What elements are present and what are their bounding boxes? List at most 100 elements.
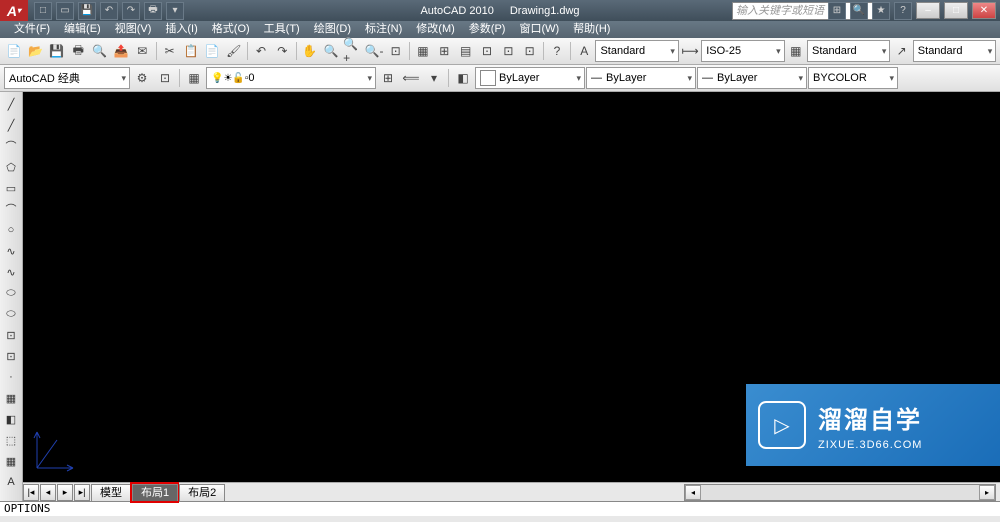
- multileader-style-icon[interactable]: ↗: [891, 40, 911, 62]
- command-line[interactable]: OPTIONS: [0, 501, 1000, 516]
- table-style-dropdown[interactable]: Standard: [807, 40, 890, 62]
- qat-save-icon[interactable]: 💾: [78, 2, 96, 20]
- spline-icon[interactable]: ∿: [1, 262, 21, 282]
- zoom-out-icon[interactable]: 🔍-: [364, 40, 385, 62]
- drawing-canvas[interactable]: ▷ 溜溜自学 ZIXUE.3D66.COM: [23, 92, 1000, 482]
- text-style-dropdown[interactable]: Standard: [595, 40, 678, 62]
- horizontal-scrollbar[interactable]: ◂ ▸: [684, 484, 996, 501]
- mtext-icon[interactable]: A: [1, 472, 21, 492]
- pan-icon[interactable]: ✋: [299, 40, 319, 62]
- markup-icon[interactable]: ⊡: [498, 40, 518, 62]
- menu-format[interactable]: 格式(O): [206, 21, 256, 38]
- block-icon[interactable]: ⊡: [1, 346, 21, 366]
- dim-style-dropdown[interactable]: ISO-25: [701, 40, 784, 62]
- undo-icon[interactable]: ↶: [251, 40, 271, 62]
- color-dropdown[interactable]: ByLayer: [475, 67, 585, 89]
- redo-icon[interactable]: ↷: [272, 40, 292, 62]
- zoom-in-icon[interactable]: 🔍+: [342, 40, 362, 62]
- qat-redo-icon[interactable]: ↷: [122, 2, 140, 20]
- app-logo[interactable]: A▾: [0, 0, 28, 21]
- paste-icon[interactable]: 📄: [202, 40, 222, 62]
- menu-insert[interactable]: 插入(I): [159, 21, 203, 38]
- menu-window[interactable]: 窗口(W): [513, 21, 565, 38]
- zoom-window-icon[interactable]: ⊡: [385, 40, 405, 62]
- arc-icon[interactable]: ⌒: [1, 199, 21, 219]
- layer-prev-icon[interactable]: ⟸: [400, 67, 422, 89]
- revcloud-icon[interactable]: ∿: [1, 241, 21, 261]
- toolpalette-icon[interactable]: ▤: [455, 40, 475, 62]
- rectangle-icon[interactable]: ▭: [1, 178, 21, 198]
- layer-state-icon[interactable]: ▾: [423, 67, 445, 89]
- gradient-icon[interactable]: ◧: [1, 409, 21, 429]
- region-icon[interactable]: ⬚: [1, 430, 21, 450]
- point-icon[interactable]: ·: [1, 367, 21, 387]
- designcenter-icon[interactable]: ⊞: [434, 40, 454, 62]
- preview-icon[interactable]: 🔍: [89, 40, 109, 62]
- circle-icon[interactable]: ○: [1, 220, 21, 240]
- tab-model[interactable]: 模型: [91, 484, 131, 501]
- search-icon[interactable]: 🔍: [850, 2, 868, 20]
- tab-nav-first[interactable]: |◂: [23, 484, 39, 501]
- layer-match-icon[interactable]: ⊞: [377, 67, 399, 89]
- menu-tools[interactable]: 工具(T): [258, 21, 306, 38]
- polyline-icon[interactable]: ⌒: [1, 136, 21, 156]
- close-button[interactable]: ✕: [972, 2, 996, 19]
- text-style-icon[interactable]: A: [574, 40, 594, 62]
- qat-open-icon[interactable]: ▭: [56, 2, 74, 20]
- line-icon[interactable]: ╱: [1, 94, 21, 114]
- hatch-icon[interactable]: ▦: [1, 388, 21, 408]
- menu-dimension[interactable]: 标注(N): [359, 21, 408, 38]
- menu-file[interactable]: 文件(F): [8, 21, 56, 38]
- qat-dropdown-icon[interactable]: ▾: [166, 2, 184, 20]
- scroll-track[interactable]: [701, 485, 979, 500]
- publish-icon[interactable]: 📤: [111, 40, 131, 62]
- plotstyle-dropdown[interactable]: BYCOLOR: [808, 67, 898, 89]
- dim-style-icon[interactable]: ⟼: [680, 40, 700, 62]
- polygon-icon[interactable]: ⬠: [1, 157, 21, 177]
- calc-icon[interactable]: ⊡: [520, 40, 540, 62]
- copy-icon[interactable]: 📋: [181, 40, 201, 62]
- sheet-icon[interactable]: ⊡: [477, 40, 497, 62]
- xline-icon[interactable]: ╱: [1, 115, 21, 135]
- menu-modify[interactable]: 修改(M): [410, 21, 461, 38]
- tab-nav-next[interactable]: ▸: [57, 484, 73, 501]
- help-icon[interactable]: ?: [894, 2, 912, 20]
- qat-print-icon[interactable]: 🖶: [144, 2, 162, 20]
- lineweight-dropdown[interactable]: —ByLayer: [697, 67, 807, 89]
- tab-layout2[interactable]: 布局2: [179, 484, 225, 501]
- menu-view[interactable]: 视图(V): [109, 21, 158, 38]
- linetype-dropdown[interactable]: —ByLayer: [586, 67, 696, 89]
- help-icon[interactable]: ?: [547, 40, 567, 62]
- tab-nav-prev[interactable]: ◂: [40, 484, 56, 501]
- infocenter-icon[interactable]: ⊞: [828, 2, 846, 20]
- save-icon[interactable]: 💾: [47, 40, 67, 62]
- workspace-dropdown[interactable]: AutoCAD 经典: [4, 67, 130, 89]
- zoom-realtime-icon[interactable]: 🔍: [321, 40, 341, 62]
- workspace-save-icon[interactable]: ⊡: [154, 67, 176, 89]
- color-icon[interactable]: ◧: [452, 67, 474, 89]
- insert-icon[interactable]: ⊡: [1, 325, 21, 345]
- table-icon[interactable]: ▦: [1, 451, 21, 471]
- table-style-icon[interactable]: ▦: [786, 40, 806, 62]
- match-icon[interactable]: 🖌: [224, 40, 244, 62]
- menu-parametric[interactable]: 参数(P): [463, 21, 512, 38]
- scroll-right-icon[interactable]: ▸: [979, 485, 995, 500]
- favorites-icon[interactable]: ★: [872, 2, 890, 20]
- qat-new-icon[interactable]: □: [34, 2, 52, 20]
- ellipse-arc-icon[interactable]: ⬭: [1, 304, 21, 324]
- minimize-button[interactable]: –: [916, 2, 940, 19]
- new-icon[interactable]: 📄: [4, 40, 24, 62]
- cut-icon[interactable]: ✂: [159, 40, 179, 62]
- tab-layout1[interactable]: 布局1: [132, 484, 178, 501]
- menu-help[interactable]: 帮助(H): [567, 21, 616, 38]
- layer-dropdown[interactable]: 💡☀🔓▫ 0: [206, 67, 376, 89]
- open-icon[interactable]: 📂: [25, 40, 45, 62]
- layer-properties-icon[interactable]: ▦: [183, 67, 205, 89]
- workspace-settings-icon[interactable]: ⚙: [131, 67, 153, 89]
- menu-draw[interactable]: 绘图(D): [308, 21, 357, 38]
- maximize-button[interactable]: □: [944, 2, 968, 19]
- multileader-style-dropdown[interactable]: Standard: [913, 40, 996, 62]
- print-icon[interactable]: 🖶: [68, 40, 88, 62]
- properties-icon[interactable]: ▦: [413, 40, 433, 62]
- qat-undo-icon[interactable]: ↶: [100, 2, 118, 20]
